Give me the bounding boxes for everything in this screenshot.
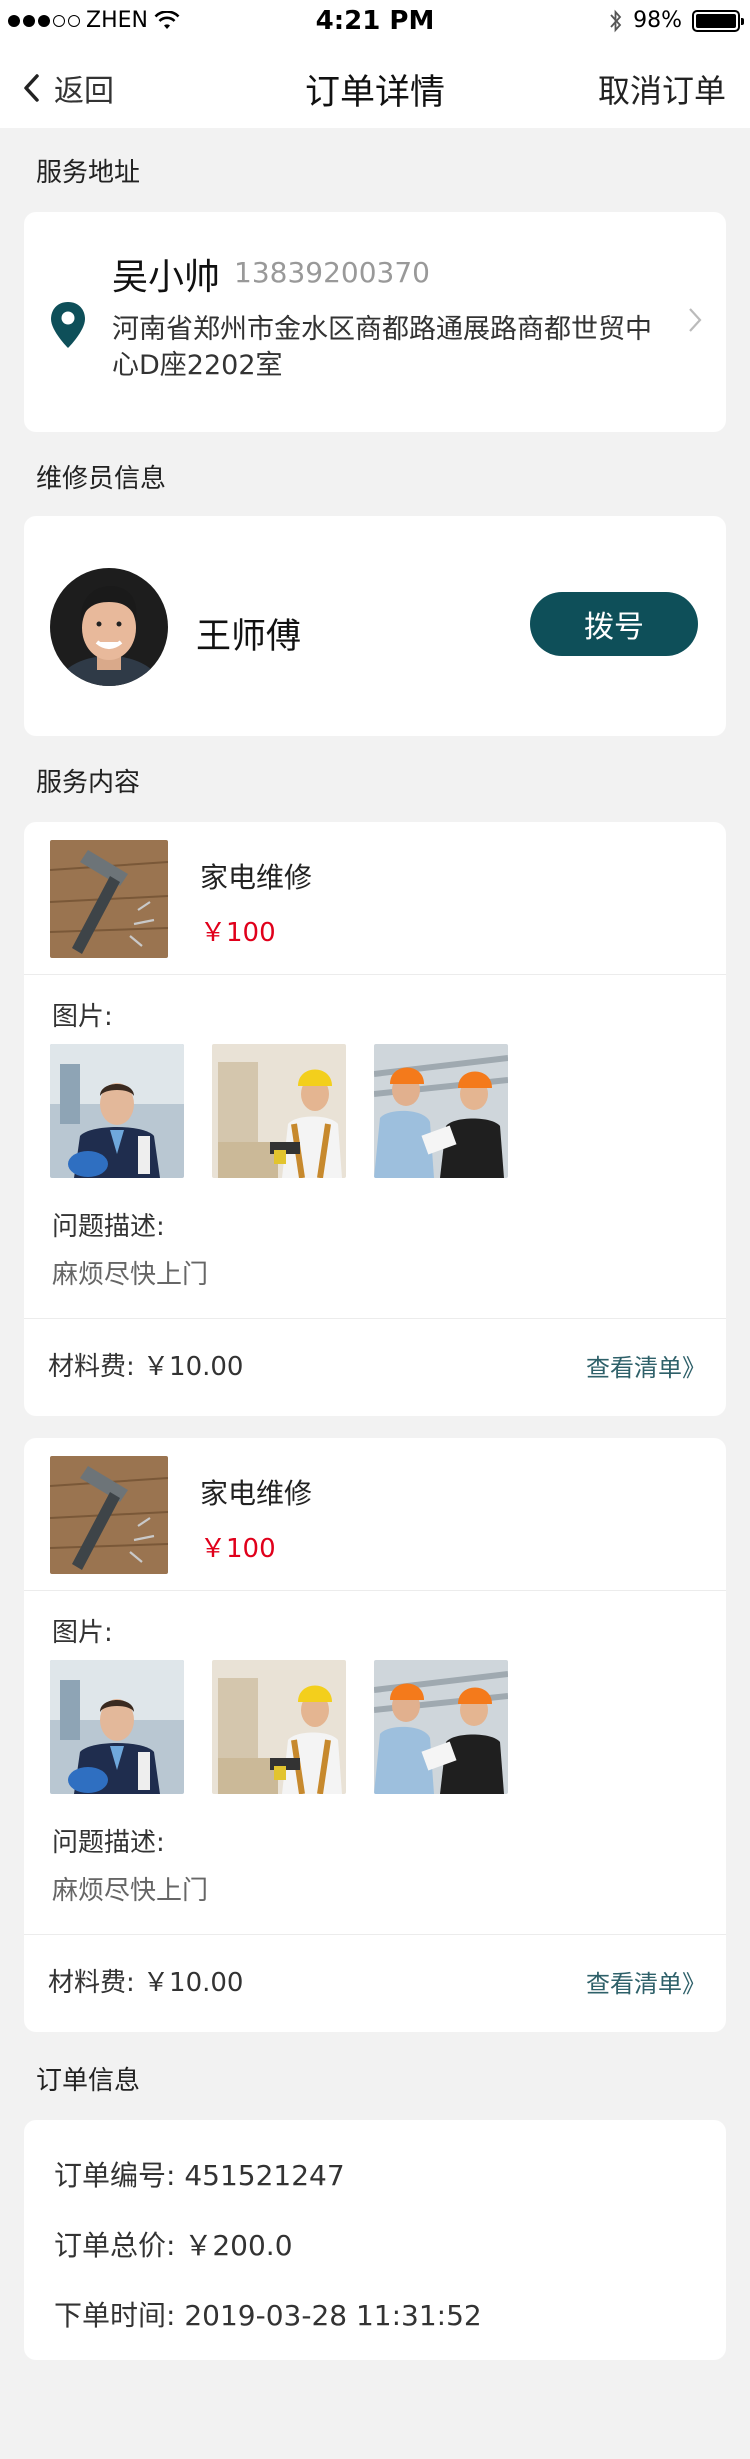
description-label: 问题描述: xyxy=(52,1828,165,1858)
description-label: 问题描述: xyxy=(52,1212,165,1242)
order-time-value: 2019-03-28 11:31:52 xyxy=(184,2299,482,2332)
status-right: 98% xyxy=(609,8,744,33)
material-fee: 材料费: ￥10.00 xyxy=(48,1962,243,1999)
material-fee-label: 材料费: xyxy=(48,1352,135,1382)
bluetooth-icon xyxy=(610,9,622,32)
divider xyxy=(24,1934,726,1935)
order-number-value: 451521247 xyxy=(184,2159,345,2192)
chevron-right-icon xyxy=(689,308,702,332)
photo-thumbnail[interactable] xyxy=(374,1044,508,1178)
photo-thumbnail[interactable] xyxy=(50,1044,184,1178)
material-fee-label: 材料费: xyxy=(48,1968,135,1998)
divider xyxy=(24,1318,726,1319)
avatar xyxy=(50,568,168,686)
service-thumbnail-hammer xyxy=(50,840,168,958)
order-number-row: 订单编号: 451521247 xyxy=(54,2154,345,2194)
service-price: ￥100 xyxy=(200,918,276,948)
service-name: 家电维修 xyxy=(200,861,313,894)
address-card[interactable]: 吴小帅 13839200370 河南省郑州市金水区商都路通展路商都世贸中心D座2… xyxy=(24,212,726,432)
dial-button[interactable]: 拨号 xyxy=(530,592,698,656)
service-section-title: 服务内容 xyxy=(36,768,141,798)
repairman-card: 王师傅 拨号 xyxy=(24,516,726,736)
battery-icon xyxy=(692,9,744,32)
service-item-card: 家电维修 ￥100 图片: 问题描述: 麻烦尽快上门 材料费: ￥10.00 查… xyxy=(24,1438,726,2032)
view-list-link[interactable]: 查看清单》 xyxy=(586,1348,706,1383)
order-total-value: ￥200.0 xyxy=(184,2229,293,2262)
order-total-row: 订单总价: ￥200.0 xyxy=(54,2224,293,2264)
divider xyxy=(24,974,726,975)
order-total-label: 订单总价: xyxy=(54,2229,176,2262)
location-pin-icon xyxy=(51,302,85,348)
order-number-label: 订单编号: xyxy=(54,2159,176,2192)
photo-thumbnail[interactable] xyxy=(50,1660,184,1794)
order-section-title: 订单信息 xyxy=(36,2066,141,2096)
status-bar: ZHEN 4:21 PM 98% xyxy=(0,0,750,44)
view-list-link[interactable]: 查看清单》 xyxy=(586,1964,706,1999)
divider xyxy=(24,1590,726,1591)
material-fee: 材料费: ￥10.00 xyxy=(48,1346,243,1383)
order-info-card: 订单编号: 451521247 订单总价: ￥200.0 下单时间: 2019-… xyxy=(24,2120,726,2360)
photo-thumbnail[interactable] xyxy=(212,1044,346,1178)
nav-bar: 返回 订单详情 取消订单 xyxy=(0,44,750,128)
customer-phone: 13839200370 xyxy=(234,256,430,289)
customer-name: 吴小帅 xyxy=(112,257,221,298)
description-text: 麻烦尽快上门 xyxy=(52,1876,209,1906)
address-section-title: 服务地址 xyxy=(36,158,141,188)
photo-thumbnail[interactable] xyxy=(374,1660,508,1794)
photos-label: 图片: xyxy=(52,1002,113,1032)
material-fee-value: ￥10.00 xyxy=(143,1968,244,1998)
photo-thumbnail[interactable] xyxy=(212,1660,346,1794)
battery-percent: 98% xyxy=(633,8,682,33)
service-price: ￥100 xyxy=(200,1534,276,1564)
material-fee-value: ￥10.00 xyxy=(143,1352,244,1382)
photos-label: 图片: xyxy=(52,1618,113,1648)
service-item-card: 家电维修 ￥100 图片: 问题描述: 麻烦尽快上门 材料费: ￥10.00 查… xyxy=(24,822,726,1416)
repairman-section-title: 维修员信息 xyxy=(36,464,167,494)
service-address: 河南省郑州市金水区商都路通展路商都世贸中心D座2202室 xyxy=(112,314,652,381)
order-time-row: 下单时间: 2019-03-28 11:31:52 xyxy=(54,2294,482,2334)
service-name: 家电维修 xyxy=(200,1477,313,1510)
order-time-label: 下单时间: xyxy=(54,2299,176,2332)
service-thumbnail-hammer xyxy=(50,1456,168,1574)
repairman-name: 王师傅 xyxy=(196,617,302,657)
description-text: 麻烦尽快上门 xyxy=(52,1260,209,1290)
cancel-order-button[interactable]: 取消订单 xyxy=(598,66,726,112)
